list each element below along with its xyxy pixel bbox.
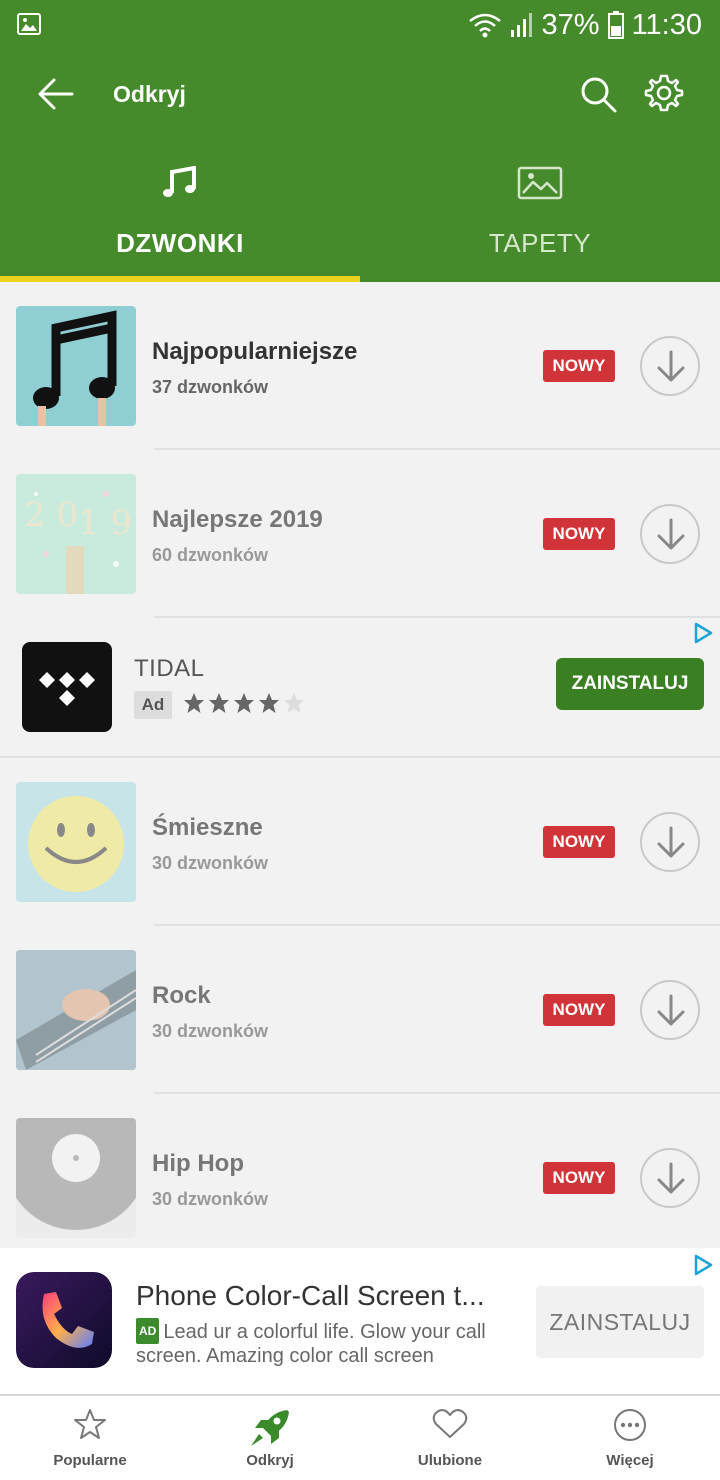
party-2019-image: 2 0 1 9 [24, 491, 132, 594]
phone-call-icon [16, 1272, 112, 1368]
download-arrow-icon [657, 826, 685, 858]
status-bar: 37% 11:30 [0, 0, 720, 50]
category-name: Śmieszne [152, 814, 263, 841]
ad-badge: AD [136, 1318, 160, 1344]
banner-ad-text: Lead ur a colorful life. Glow your call … [136, 1321, 486, 1367]
nav-label: Ulubione [417, 1452, 483, 1469]
tab-label: DZWONKI [116, 228, 244, 258]
list-item[interactable]: Hip Hop 30 dzwonków NOWY [0, 1094, 720, 1262]
category-thumbnail [16, 782, 136, 902]
back-arrow-icon[interactable] [34, 74, 78, 114]
download-arrow-icon [657, 994, 685, 1026]
category-name: Najlepsze 2019 [152, 506, 323, 533]
adchoices-icon[interactable] [692, 1254, 714, 1276]
new-badge: NOWY [543, 1162, 615, 1194]
star-filled-icon [234, 693, 254, 713]
download-button[interactable] [640, 504, 700, 564]
ringtone-count: 37 dzwonków [152, 377, 269, 397]
smiley-image [28, 796, 124, 892]
tidal-logo-icon [39, 672, 95, 706]
signal-icon [510, 13, 532, 37]
category-thumbnail [16, 306, 136, 426]
ad-app-name: TIDAL [134, 655, 205, 682]
new-badge: NOWY [543, 350, 615, 382]
heart-icon [432, 1409, 468, 1438]
ringtone-count: 60 dzwonków [152, 545, 269, 565]
banner-ad-title: Phone Color-Call Screen t... [136, 1280, 485, 1311]
download-button[interactable] [640, 980, 700, 1040]
star-filled-icon [184, 693, 204, 713]
app-logo [22, 642, 112, 732]
ringtone-count: 30 dzwonków [152, 853, 269, 873]
ringtone-count: 30 dzwonków [152, 1189, 269, 1209]
page-title: Odkryj [113, 81, 186, 107]
install-button[interactable]: ZAINSTALUJ [556, 658, 704, 710]
list-item[interactable]: Rock 30 dzwonków NOWY [0, 926, 720, 1094]
bottom-navigation: Popularne Odkryj Ulubione Więcej [0, 1394, 720, 1480]
download-arrow-icon [657, 350, 685, 382]
tab-tapety[interactable]: TAPETY [360, 138, 720, 282]
download-button[interactable] [640, 812, 700, 872]
gallery-notification-icon [17, 13, 41, 35]
download-arrow-icon [657, 1162, 685, 1194]
banner-app-icon [16, 1272, 112, 1368]
download-arrow-icon [657, 518, 685, 550]
category-name: Najpopularniejsze [152, 338, 358, 365]
search-icon[interactable] [578, 74, 618, 114]
battery-percent: 37% [541, 8, 600, 41]
category-thumbnail [16, 950, 136, 1070]
nav-odkryj[interactable]: Odkryj [180, 1396, 360, 1480]
nav-label: Więcej [606, 1452, 654, 1469]
nav-label: Popularne [53, 1452, 127, 1469]
new-badge: NOWY [543, 518, 615, 550]
banner-install-button[interactable]: ZAINSTALUJ [536, 1286, 704, 1358]
star-filled-icon [259, 693, 279, 713]
ad-label: Ad [134, 691, 172, 719]
nav-ulubione[interactable]: Ulubione [360, 1396, 540, 1480]
rocket-icon [251, 1410, 289, 1446]
nav-wiecej[interactable]: Więcej [540, 1396, 720, 1480]
gear-icon[interactable] [644, 73, 684, 113]
category-thumbnail: 2 0 1 9 [16, 474, 136, 594]
native-ad-row[interactable]: TIDAL Ad ZAINSTALUJ [0, 618, 720, 758]
star-filled-icon [209, 693, 229, 713]
list-item[interactable]: 2 0 1 9 Najlepsze 2019 60 dzwonków NOWY [0, 450, 720, 618]
banner-ad-description: AD Lead ur a colorful life. Glow your cal… [136, 1318, 508, 1368]
new-badge: NOWY [543, 994, 615, 1026]
tab-label: TAPETY [488, 228, 592, 258]
more-icon [614, 1409, 646, 1441]
star-empty-icon [284, 693, 304, 713]
tab-bar: DZWONKI TAPETY [0, 138, 720, 282]
app-bar: Odkryj [0, 50, 720, 138]
ringtone-count: 30 dzwonków [152, 1021, 269, 1041]
svg-text:2 0: 2 0 [24, 495, 78, 535]
nav-label: Odkryj [246, 1452, 294, 1469]
svg-text:1 9: 1 9 [78, 503, 132, 543]
star-icon [74, 1409, 106, 1439]
category-name: Hip Hop [152, 1150, 244, 1177]
tab-dzwonki[interactable]: DZWONKI [0, 138, 360, 282]
vinyl-record-image [16, 1118, 136, 1230]
battery-icon [607, 11, 624, 39]
download-button[interactable] [640, 1148, 700, 1208]
image-icon [517, 166, 563, 200]
guitar-image [16, 950, 136, 1070]
music-note-image [33, 310, 117, 426]
list-item[interactable]: Najpopularniejsze 37 dzwonków NOWY [0, 282, 720, 450]
adchoices-icon[interactable] [692, 622, 714, 644]
wifi-icon [468, 13, 501, 38]
banner-ad[interactable]: Phone Color-Call Screen t... AD Lead ur a… [0, 1248, 720, 1394]
clock: 11:30 [631, 8, 702, 41]
list-item[interactable]: Śmieszne 30 dzwonków NOWY [0, 758, 720, 926]
category-name: Rock [152, 982, 211, 1009]
nav-popularne[interactable]: Popularne [0, 1396, 180, 1480]
music-note-icon [163, 166, 196, 197]
category-thumbnail [16, 1118, 136, 1238]
download-button[interactable] [640, 336, 700, 396]
new-badge: NOWY [543, 826, 615, 858]
rating-stars [183, 692, 305, 714]
